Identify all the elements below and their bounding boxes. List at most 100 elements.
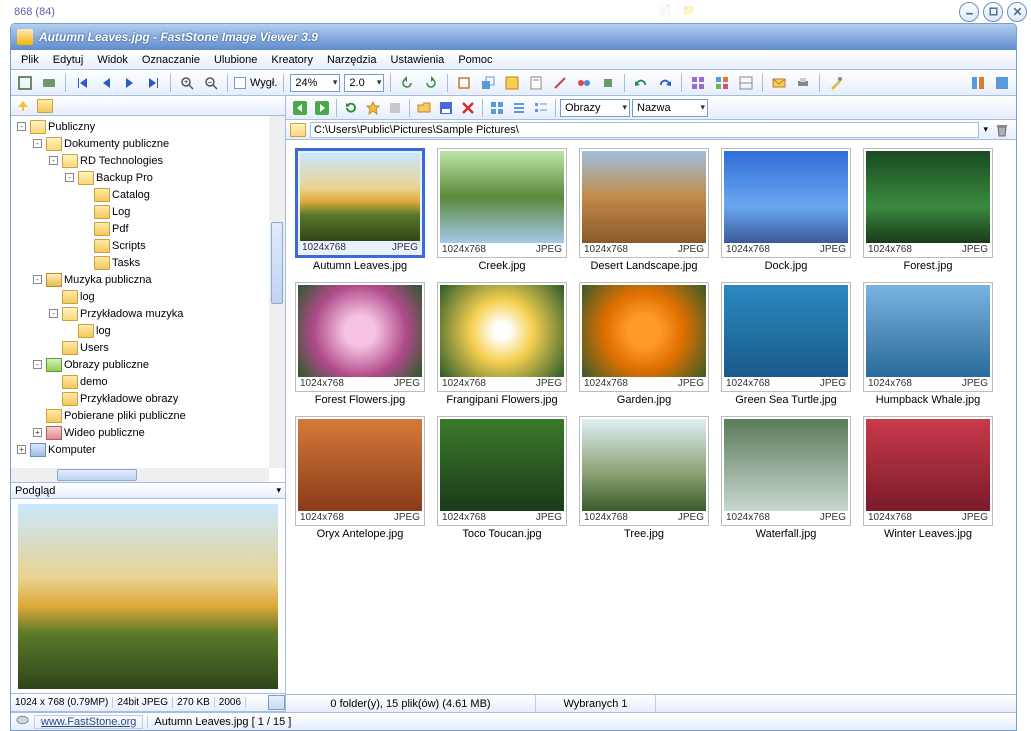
clone-icon[interactable] (598, 73, 618, 93)
tree-node[interactable]: Pdf (13, 220, 283, 237)
thumbnail[interactable]: 1024x768JPEGToco Toucan.jpg (436, 416, 568, 540)
menu-narzedzia[interactable]: Narzędzia (321, 52, 383, 68)
first-icon[interactable] (72, 73, 92, 93)
tree-folder-icon[interactable] (35, 96, 55, 116)
back-icon[interactable] (290, 98, 310, 118)
expand-icon[interactable]: - (17, 122, 26, 131)
save-icon[interactable] (436, 98, 456, 118)
thumbnail[interactable]: 1024x768JPEGDesert Landscape.jpg (578, 148, 710, 272)
trash-icon[interactable] (992, 120, 1012, 140)
prev-icon[interactable] (96, 73, 116, 93)
print-icon[interactable] (793, 73, 813, 93)
expand-icon[interactable]: - (33, 360, 42, 369)
expand-icon[interactable]: + (33, 428, 42, 437)
thumbnail[interactable]: 1024x768JPEGGarden.jpg (578, 282, 710, 406)
menu-widok[interactable]: Widok (91, 52, 134, 68)
refresh-icon[interactable] (341, 98, 361, 118)
thumbnail[interactable]: 1024x768JPEGForest.jpg (862, 148, 994, 272)
preview-pane[interactable] (11, 499, 285, 694)
thumbnail-grid[interactable]: 1024x768JPEGAutumn Leaves.jpg1024x768JPE… (286, 140, 1016, 694)
expand-icon[interactable]: - (33, 139, 42, 148)
delete-icon[interactable] (458, 98, 478, 118)
tree-node[interactable]: -Obrazy publiczne (13, 356, 283, 373)
view-large-icon[interactable] (487, 98, 507, 118)
maximize-button[interactable] (983, 2, 1003, 22)
home-icon[interactable] (15, 714, 30, 729)
tag-icon[interactable] (736, 73, 756, 93)
rotate-left-icon[interactable] (397, 73, 417, 93)
tree-node[interactable]: Catalog (13, 186, 283, 203)
rotate-right-icon[interactable] (421, 73, 441, 93)
crop-icon[interactable] (454, 73, 474, 93)
dropdown-icon[interactable]: ▾ (276, 485, 281, 496)
next-icon[interactable] (120, 73, 140, 93)
favorite-icon[interactable] (363, 98, 383, 118)
fit-button[interactable] (268, 695, 285, 710)
zoom-combo[interactable]: 24% (290, 74, 340, 92)
tree-node[interactable]: Pobierane pliki publiczne (13, 407, 283, 424)
thumbnail[interactable]: 1024x768JPEGWinter Leaves.jpg (862, 416, 994, 540)
settings-icon[interactable] (826, 73, 846, 93)
tree-node[interactable]: -Backup Pro (13, 169, 283, 186)
text-icon[interactable] (526, 73, 546, 93)
tree-node[interactable]: Log (13, 203, 283, 220)
zoom-out-icon[interactable]: – (201, 73, 221, 93)
canvas-icon[interactable] (502, 73, 522, 93)
view-detail-icon[interactable] (531, 98, 551, 118)
view-list-icon[interactable] (509, 98, 529, 118)
path-input[interactable] (310, 122, 979, 138)
expand-icon[interactable]: - (49, 156, 58, 165)
thumbnail[interactable]: 1024x768JPEGHumpback Whale.jpg (862, 282, 994, 406)
adjust-icon[interactable] (574, 73, 594, 93)
tree-node[interactable]: Scripts (13, 237, 283, 254)
menu-ulubione[interactable]: Ulubione (208, 52, 263, 68)
skin-icon[interactable] (992, 73, 1012, 93)
tree-node[interactable]: log (13, 322, 283, 339)
menu-kreatory[interactable]: Kreatory (265, 52, 319, 68)
expand-icon[interactable]: - (49, 309, 58, 318)
menu-edytuj[interactable]: Edytuj (47, 52, 90, 68)
undo-icon[interactable] (631, 73, 651, 93)
sort-combo[interactable]: Nazwa (632, 99, 708, 117)
thumbnail[interactable]: 1024x768JPEGWaterfall.jpg (720, 416, 852, 540)
tree-node[interactable]: log (13, 288, 283, 305)
tree-node[interactable]: -Publiczny (13, 118, 283, 135)
minimize-button[interactable] (959, 2, 979, 22)
tree-node[interactable]: -Dokumenty publiczne (13, 135, 283, 152)
fullscreen-icon[interactable] (15, 73, 35, 93)
expand-icon[interactable]: - (33, 275, 42, 284)
last-icon[interactable] (144, 73, 164, 93)
thumbnail[interactable]: 1024x768JPEGAutumn Leaves.jpg (294, 148, 426, 272)
menu-plik[interactable]: Plik (15, 52, 45, 68)
thumbnail[interactable]: 1024x768JPEGTree.jpg (578, 416, 710, 540)
tree-node[interactable]: Tasks (13, 254, 283, 271)
thumbnail[interactable]: 1024x768JPEGDock.jpg (720, 148, 852, 272)
addr-dropdown-icon[interactable]: ▾ (983, 124, 988, 135)
tree-node[interactable]: +Wideo publiczne (13, 424, 283, 441)
speed-combo[interactable]: 2.0 (344, 74, 384, 92)
tree-node[interactable]: Users (13, 339, 283, 356)
filter-combo[interactable]: Obrazy (560, 99, 630, 117)
batch-icon[interactable] (712, 73, 732, 93)
tree-node[interactable]: -Muzyka publiczna (13, 271, 283, 288)
tree-node[interactable]: Przykładowe obrazy (13, 390, 283, 407)
titlebar[interactable]: Autumn Leaves.jpg - FastStone Image View… (11, 24, 1016, 50)
email-icon[interactable] (769, 73, 789, 93)
close-button[interactable] (1007, 2, 1027, 22)
slideshow-icon[interactable] (39, 73, 59, 93)
thumbnail[interactable]: 1024x768JPEGOryx Antelope.jpg (294, 416, 426, 540)
redo-icon[interactable] (655, 73, 675, 93)
thumbnail[interactable]: 1024x768JPEGFrangipani Flowers.jpg (436, 282, 568, 406)
forward-icon[interactable] (312, 98, 332, 118)
menu-oznaczanie[interactable]: Oznaczanie (136, 52, 206, 68)
resize-icon[interactable] (478, 73, 498, 93)
smooth-checkbox[interactable] (234, 77, 246, 89)
expand-icon[interactable]: - (65, 173, 74, 182)
tree-node[interactable]: -Przykładowa muzyka (13, 305, 283, 322)
menu-pomoc[interactable]: Pomoc (452, 52, 498, 68)
thumbnail[interactable]: 1024x768JPEGGreen Sea Turtle.jpg (720, 282, 852, 406)
up-icon[interactable] (13, 96, 33, 116)
zoom-in-icon[interactable]: + (177, 73, 197, 93)
tree-node[interactable]: -RD Technologies (13, 152, 283, 169)
site-link[interactable]: www.FastStone.org (34, 715, 143, 729)
